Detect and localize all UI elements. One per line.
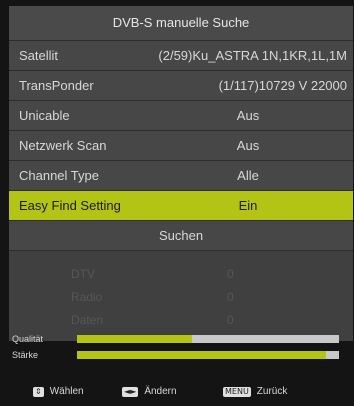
hint-select: ⇕ Wählen <box>33 386 84 397</box>
hint-label: Ändern <box>144 386 177 397</box>
menu-row-satellite[interactable]: Satellit (2/59)Ku_ASTRA 1N,1KR,1L,1M <box>9 41 353 71</box>
status-value: 0 <box>227 267 234 281</box>
row-value: Aus <box>236 108 260 123</box>
key-hints: ⇕ Wählen ◄► Ändern MENU Zurück <box>9 380 353 404</box>
status-label: Radio <box>71 290 103 304</box>
tv-screen: DVB-S manuelle Suche Satellit (2/59)Ku_A… <box>0 0 354 406</box>
quality-bar <box>77 335 339 343</box>
row-label: Easy Find Setting <box>19 198 121 213</box>
menu-row-channel-type[interactable]: Channel Type Alle <box>9 161 353 191</box>
status-data: Daten 0 <box>9 309 353 331</box>
hint-label: Wählen <box>49 386 84 397</box>
row-value: Aus <box>236 138 260 153</box>
quality-bar-fill <box>77 335 193 343</box>
leftright-key-icon: ◄► <box>122 386 139 397</box>
signal-meters: Qualität Stärke <box>9 332 353 364</box>
row-label: Satellit <box>19 48 59 63</box>
status-radio: Radio 0 <box>9 286 353 308</box>
quality-label: Qualität <box>12 334 44 344</box>
status-value: 0 <box>227 290 234 304</box>
row-value: (2/59)Ku_ASTRA 1N,1KR,1L,1M <box>158 48 347 63</box>
menu-key-icon: MENU <box>223 386 251 397</box>
status-value: 0 <box>227 313 234 327</box>
search-button[interactable]: Suchen <box>9 221 353 251</box>
status-label: Daten <box>71 313 104 327</box>
row-label: Netzwerk Scan <box>19 138 107 153</box>
row-label: Unicable <box>19 108 70 123</box>
row-label: Channel Type <box>19 168 99 183</box>
menu-row-easy-find-setting[interactable]: Easy Find Setting Ein <box>9 191 353 221</box>
quality-meter: Qualität <box>9 332 353 348</box>
row-label: TransPonder <box>19 78 94 93</box>
row-value: (1/117)10729 V 22000 <box>218 78 347 93</box>
strength-meter: Stärke <box>9 348 353 364</box>
strength-bar <box>77 351 339 359</box>
manual-search-menu: DVB-S manuelle Suche Satellit (2/59)Ku_A… <box>9 6 353 341</box>
menu-row-unicable[interactable]: Unicable Aus <box>9 101 353 131</box>
hint-back: MENU Zurück <box>223 386 287 397</box>
menu-title: DVB-S manuelle Suche <box>9 6 353 41</box>
menu-row-transponder[interactable]: TransPonder (1/117)10729 V 22000 <box>9 71 353 101</box>
status-dtv: DTV 0 <box>9 263 353 285</box>
row-value: Ein <box>238 198 258 213</box>
status-label: DTV <box>71 267 95 281</box>
hint-label: Zurück <box>256 386 288 397</box>
strength-label: Stärke <box>12 350 39 360</box>
updown-key-icon: ⇕ <box>33 386 44 397</box>
menu-row-network-scan[interactable]: Netzwerk Scan Aus <box>9 131 353 161</box>
strength-bar-fill <box>77 351 326 359</box>
hint-change: ◄► Ändern <box>122 386 177 397</box>
row-value: Alle <box>237 168 259 183</box>
search-status: DTV 0 Radio 0 Daten 0 <box>9 251 353 341</box>
